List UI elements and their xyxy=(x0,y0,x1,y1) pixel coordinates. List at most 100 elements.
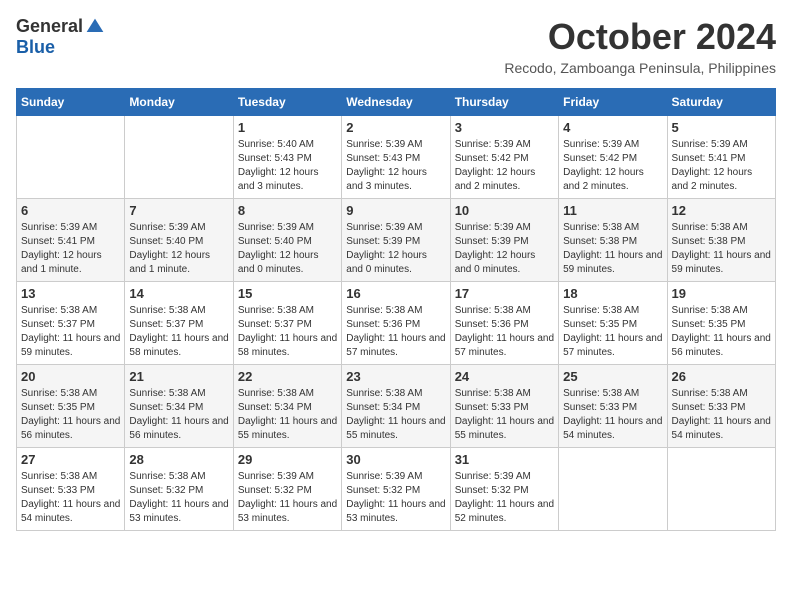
day-info: Sunrise: 5:38 AM Sunset: 5:34 PM Dayligh… xyxy=(238,387,337,443)
day-info: Sunrise: 5:38 AM Sunset: 5:35 PM Dayligh… xyxy=(21,387,120,443)
day-info: Sunrise: 5:39 AM Sunset: 5:32 PM Dayligh… xyxy=(346,470,445,526)
calendar-cell: 26 Sunrise: 5:38 AM Sunset: 5:33 PM Dayli… xyxy=(667,365,775,448)
logo-icon xyxy=(85,17,105,37)
calendar-cell: 2 Sunrise: 5:39 AM Sunset: 5:43 PM Daylig… xyxy=(342,116,450,199)
day-info: Sunrise: 5:39 AM Sunset: 5:40 PM Dayligh… xyxy=(238,221,337,277)
calendar-cell xyxy=(125,116,233,199)
calendar-table: SundayMondayTuesdayWednesdayThursdayFrid… xyxy=(16,88,776,531)
day-number: 10 xyxy=(455,203,554,218)
day-number: 21 xyxy=(129,369,228,384)
day-info: Sunrise: 5:39 AM Sunset: 5:39 PM Dayligh… xyxy=(346,221,445,277)
day-number: 30 xyxy=(346,452,445,467)
day-info: Sunrise: 5:38 AM Sunset: 5:37 PM Dayligh… xyxy=(238,304,337,360)
day-number: 23 xyxy=(346,369,445,384)
day-number: 15 xyxy=(238,286,337,301)
calendar-cell: 13Sunrise: 5:38 AM Sunset: 5:37 PM Dayli… xyxy=(17,282,125,365)
day-number: 20 xyxy=(21,369,120,384)
day-number: 13 xyxy=(21,286,120,301)
calendar-cell: 27 Sunrise: 5:38 AM Sunset: 5:33 PM Dayli… xyxy=(17,448,125,531)
day-info: Sunrise: 5:38 AM Sunset: 5:35 PM Dayligh… xyxy=(563,304,662,360)
day-info: Sunrise: 5:39 AM Sunset: 5:42 PM Dayligh… xyxy=(563,138,662,194)
day-number: 1 xyxy=(238,120,337,135)
location: Recodo, Zamboanga Peninsula, Philippines xyxy=(504,60,776,76)
day-number: 24 xyxy=(455,369,554,384)
day-info: Sunrise: 5:39 AM Sunset: 5:40 PM Dayligh… xyxy=(129,221,228,277)
day-info: Sunrise: 5:39 AM Sunset: 5:32 PM Dayligh… xyxy=(238,470,337,526)
calendar-cell: 16 Sunrise: 5:38 AM Sunset: 5:36 PM Dayli… xyxy=(342,282,450,365)
day-number: 5 xyxy=(672,120,771,135)
day-number: 31 xyxy=(455,452,554,467)
day-number: 16 xyxy=(346,286,445,301)
calendar-cell: 1 Sunrise: 5:40 AM Sunset: 5:43 PM Daylig… xyxy=(233,116,341,199)
day-info: Sunrise: 5:39 AM Sunset: 5:39 PM Dayligh… xyxy=(455,221,554,277)
day-number: 11 xyxy=(563,203,662,218)
calendar-cell: 28Sunrise: 5:38 AM Sunset: 5:32 PM Dayli… xyxy=(125,448,233,531)
day-info: Sunrise: 5:38 AM Sunset: 5:33 PM Dayligh… xyxy=(455,387,554,443)
day-number: 6 xyxy=(21,203,120,218)
calendar-cell xyxy=(667,448,775,531)
day-header-tuesday: Tuesday xyxy=(233,89,341,116)
day-number: 26 xyxy=(672,369,771,384)
day-info: Sunrise: 5:38 AM Sunset: 5:33 PM Dayligh… xyxy=(672,387,771,443)
day-info: Sunrise: 5:39 AM Sunset: 5:41 PM Dayligh… xyxy=(672,138,771,194)
day-info: Sunrise: 5:38 AM Sunset: 5:36 PM Dayligh… xyxy=(455,304,554,360)
day-info: Sunrise: 5:38 AM Sunset: 5:36 PM Dayligh… xyxy=(346,304,445,360)
day-number: 19 xyxy=(672,286,771,301)
day-info: Sunrise: 5:39 AM Sunset: 5:41 PM Dayligh… xyxy=(21,221,120,277)
day-info: Sunrise: 5:38 AM Sunset: 5:38 PM Dayligh… xyxy=(563,221,662,277)
week-row-4: 20 Sunrise: 5:38 AM Sunset: 5:35 PM Dayli… xyxy=(17,365,776,448)
day-number: 3 xyxy=(455,120,554,135)
day-number: 9 xyxy=(346,203,445,218)
calendar-cell: 21 Sunrise: 5:38 AM Sunset: 5:34 PM Dayli… xyxy=(125,365,233,448)
logo-blue-text: Blue xyxy=(16,37,55,57)
calendar-cell: 29Sunrise: 5:39 AM Sunset: 5:32 PM Dayli… xyxy=(233,448,341,531)
day-number: 18 xyxy=(563,286,662,301)
day-info: Sunrise: 5:39 AM Sunset: 5:43 PM Dayligh… xyxy=(346,138,445,194)
calendar-cell: 8 Sunrise: 5:39 AM Sunset: 5:40 PM Daylig… xyxy=(233,199,341,282)
calendar-cell: 18 Sunrise: 5:38 AM Sunset: 5:35 PM Dayli… xyxy=(559,282,667,365)
calendar-cell: 20 Sunrise: 5:38 AM Sunset: 5:35 PM Dayli… xyxy=(17,365,125,448)
day-number: 8 xyxy=(238,203,337,218)
calendar-cell: 12Sunrise: 5:38 AM Sunset: 5:38 PM Dayli… xyxy=(667,199,775,282)
week-row-2: 6 Sunrise: 5:39 AM Sunset: 5:41 PM Daylig… xyxy=(17,199,776,282)
day-info: Sunrise: 5:38 AM Sunset: 5:35 PM Dayligh… xyxy=(672,304,771,360)
day-info: Sunrise: 5:38 AM Sunset: 5:33 PM Dayligh… xyxy=(21,470,120,526)
week-row-1: 1 Sunrise: 5:40 AM Sunset: 5:43 PM Daylig… xyxy=(17,116,776,199)
day-number: 14 xyxy=(129,286,228,301)
day-number: 4 xyxy=(563,120,662,135)
day-header-sunday: Sunday xyxy=(17,89,125,116)
day-info: Sunrise: 5:38 AM Sunset: 5:32 PM Dayligh… xyxy=(129,470,228,526)
calendar-cell: 7 Sunrise: 5:39 AM Sunset: 5:40 PM Daylig… xyxy=(125,199,233,282)
week-row-3: 13 Sunrise: 5:38 AM Sunset: 5:37 PM Dayli… xyxy=(17,282,776,365)
header-row: SundayMondayTuesdayWednesdayThursdayFrid… xyxy=(17,89,776,116)
day-info: Sunrise: 5:38 AM Sunset: 5:34 PM Dayligh… xyxy=(129,387,228,443)
page-header: General Blue October 2024 Recodo, Zamboa… xyxy=(16,16,776,76)
day-number: 7 xyxy=(129,203,228,218)
day-number: 2 xyxy=(346,120,445,135)
calendar-cell: 10 Sunrise: 5:39 AM Sunset: 5:39 PM Dayli… xyxy=(450,199,558,282)
month-title: October 2024 xyxy=(504,16,776,58)
calendar-cell: 22 Sunrise: 5:38 AM Sunset: 5:34 PM Dayli… xyxy=(233,365,341,448)
day-number: 17 xyxy=(455,286,554,301)
day-header-saturday: Saturday xyxy=(667,89,775,116)
day-number: 25 xyxy=(563,369,662,384)
calendar-cell: 19 Sunrise: 5:38 AM Sunset: 5:35 PM Dayli… xyxy=(667,282,775,365)
logo: General Blue xyxy=(16,16,105,58)
calendar-cell: 25 Sunrise: 5:38 AM Sunset: 5:33 PM Dayli… xyxy=(559,365,667,448)
calendar-cell: 17 Sunrise: 5:38 AM Sunset: 5:36 PM Dayli… xyxy=(450,282,558,365)
day-number: 22 xyxy=(238,369,337,384)
day-info: Sunrise: 5:40 AM Sunset: 5:43 PM Dayligh… xyxy=(238,138,337,194)
calendar-cell: 9 Sunrise: 5:39 AM Sunset: 5:39 PM Daylig… xyxy=(342,199,450,282)
calendar-cell: 15 Sunrise: 5:38 AM Sunset: 5:37 PM Dayli… xyxy=(233,282,341,365)
day-header-thursday: Thursday xyxy=(450,89,558,116)
day-info: Sunrise: 5:39 AM Sunset: 5:32 PM Dayligh… xyxy=(455,470,554,526)
day-info: Sunrise: 5:39 AM Sunset: 5:42 PM Dayligh… xyxy=(455,138,554,194)
day-number: 27 xyxy=(21,452,120,467)
day-info: Sunrise: 5:38 AM Sunset: 5:33 PM Dayligh… xyxy=(563,387,662,443)
calendar-cell: 24 Sunrise: 5:38 AM Sunset: 5:33 PM Dayli… xyxy=(450,365,558,448)
calendar-cell: 6 Sunrise: 5:39 AM Sunset: 5:41 PM Daylig… xyxy=(17,199,125,282)
calendar-cell: 30 Sunrise: 5:39 AM Sunset: 5:32 PM Dayli… xyxy=(342,448,450,531)
day-header-monday: Monday xyxy=(125,89,233,116)
day-info: Sunrise: 5:38 AM Sunset: 5:37 PM Dayligh… xyxy=(129,304,228,360)
week-row-5: 27 Sunrise: 5:38 AM Sunset: 5:33 PM Dayli… xyxy=(17,448,776,531)
